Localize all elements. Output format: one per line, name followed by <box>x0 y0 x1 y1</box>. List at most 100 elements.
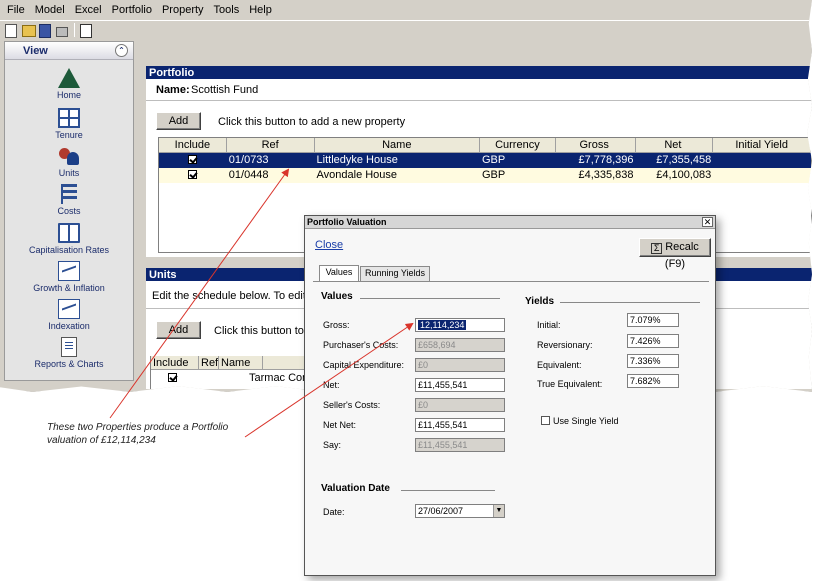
grid-header: Include Ref Name Currency Gross Net Init… <box>159 138 812 153</box>
net-net-label: Net Net: <box>323 420 357 430</box>
new-icon[interactable] <box>3 23 18 38</box>
sidebar-item-indexation[interactable]: Indexation <box>5 299 133 331</box>
purchasers-costs-label: Purchaser's Costs: <box>323 340 399 350</box>
collapse-icon[interactable]: ⌃ <box>115 44 128 57</box>
column-header-include[interactable]: Include <box>159 138 227 152</box>
sidebar-item-growth-inflation[interactable]: Growth & Inflation <box>5 261 133 293</box>
table-row[interactable]: 01/0448 Avondale House GBP £4,335,838 £4… <box>159 168 811 183</box>
menu-property[interactable]: Property <box>158 4 208 16</box>
date-picker[interactable]: 27/06/2007 ▼ <box>415 504 505 518</box>
initial-yield-cell <box>713 168 811 183</box>
table-row[interactable]: 01/0733 Littledyke House GBP £7,778,396 … <box>159 153 811 168</box>
include-checkbox[interactable] <box>188 170 198 179</box>
units-icon <box>58 146 80 166</box>
sidebar-header: View ⌃ <box>5 42 133 60</box>
tab-values[interactable]: Values <box>319 265 359 281</box>
use-single-yield-checkbox[interactable] <box>541 416 550 425</box>
include-cell[interactable] <box>159 153 227 168</box>
capital-expenditure-label: Capital Expenditure: <box>323 360 405 370</box>
home-icon <box>58 68 80 88</box>
portfolio-valuation-dialog: Portfolio Valuation ✕ Close Σ Recalc (F9)… <box>304 215 716 576</box>
gross-field[interactable]: 12,114,234 <box>415 318 505 332</box>
menu-help[interactable]: Help <box>245 4 276 16</box>
menu-excel[interactable]: Excel <box>71 4 106 16</box>
close-icon[interactable]: ✕ <box>702 217 713 227</box>
menu-model[interactable]: Model <box>31 4 69 16</box>
reversionary-yield-label: Reversionary: <box>537 340 593 350</box>
gross-cell: £4,335,838 <box>578 169 634 181</box>
valuation-date-title: Valuation Date <box>321 483 390 494</box>
column-header-name[interactable]: Name <box>219 356 263 370</box>
menu-file[interactable]: File <box>3 4 29 16</box>
menu-tools[interactable]: Tools <box>210 4 244 16</box>
column-header-net[interactable]: Net <box>636 138 714 152</box>
column-header-gross[interactable]: Gross <box>556 138 636 152</box>
sidebar-item-units[interactable]: Units <box>5 146 133 178</box>
view-sidebar: View ⌃ Home Tenure Units Costs Capitalis… <box>4 41 134 381</box>
annotation-note: These two Properties produce a Portfolio… <box>47 422 229 446</box>
chevron-down-icon[interactable]: ▼ <box>493 505 504 517</box>
reports-charts-icon <box>61 337 77 357</box>
tab-running-yields[interactable]: Running Yields <box>360 266 430 281</box>
equivalent-yield-label: Equivalent: <box>537 360 582 370</box>
reversionary-yield-field[interactable]: 7.426% <box>627 334 679 348</box>
add-property-button[interactable]: Add <box>156 112 201 130</box>
portfolio-name: Scottish Fund <box>191 84 259 96</box>
column-header-include[interactable]: Include <box>151 356 199 370</box>
say-label: Say: <box>323 440 342 450</box>
menu-portfolio[interactable]: Portfolio <box>108 4 156 16</box>
sidebar-item-label: Reports & Charts <box>34 359 104 369</box>
toolbar <box>0 20 812 38</box>
net-net-field[interactable]: £11,455,541 <box>415 418 505 432</box>
date-value: 27/06/2007 <box>418 506 464 516</box>
tab-divider <box>313 281 709 282</box>
dialog-title: Portfolio Valuation <box>305 216 715 229</box>
gross-label: Gross: <box>323 320 350 330</box>
print-icon[interactable] <box>54 23 69 37</box>
initial-yield-cell <box>713 153 811 168</box>
add-property-hint: Click this button to add a new property <box>218 116 406 128</box>
include-checkbox[interactable] <box>168 373 177 382</box>
net-field[interactable]: £11,455,541 <box>415 378 505 392</box>
indexation-icon <box>58 299 80 319</box>
capital-expenditure-field: £0 <box>415 358 505 372</box>
sellers-costs-field: £0 <box>415 398 505 412</box>
net-cell: £4,100,083 <box>656 169 712 181</box>
close-link[interactable]: Close <box>315 239 343 251</box>
divider <box>360 298 500 299</box>
toolbar-separator <box>74 22 75 37</box>
include-cell[interactable] <box>159 168 227 183</box>
sidebar-item-home[interactable]: Home <box>5 68 133 100</box>
preview-icon[interactable] <box>78 23 93 38</box>
column-header-ref[interactable]: Ref <box>227 138 315 152</box>
sidebar-item-costs[interactable]: Costs <box>5 184 133 216</box>
equivalent-yield-field[interactable]: 7.336% <box>627 354 679 368</box>
sidebar-item-label: Indexation <box>48 321 90 331</box>
include-checkbox[interactable] <box>188 155 198 164</box>
column-header-ref[interactable]: Ref <box>199 356 219 370</box>
column-header-currency[interactable]: Currency <box>480 138 556 152</box>
true-equivalent-yield-field[interactable]: 7.682% <box>627 374 679 388</box>
yields-group-title: Yields <box>525 296 555 307</box>
sigma-icon: Σ <box>651 243 663 254</box>
recalc-label: Recalc (F9) <box>664 241 699 270</box>
add-unit-hint: Click this button to a <box>214 325 314 337</box>
sidebar-item-tenure[interactable]: Tenure <box>5 108 133 140</box>
save-icon[interactable] <box>37 23 52 38</box>
sidebar-item-capitalisation-rates[interactable]: Capitalisation Rates <box>5 223 133 255</box>
add-unit-button[interactable]: Add <box>156 321 201 339</box>
open-icon[interactable] <box>20 23 36 37</box>
units-hint: Edit the schedule below. To edit u <box>152 290 316 302</box>
recalc-button[interactable]: Σ Recalc (F9) <box>639 238 711 270</box>
sidebar-item-label: Tenure <box>55 130 83 140</box>
currency-cell: GBP <box>482 154 506 166</box>
sidebar-item-reports-charts[interactable]: Reports & Charts <box>5 337 133 369</box>
initial-yield-field[interactable]: 7.079% <box>627 313 679 327</box>
column-header-name[interactable]: Name <box>315 138 481 152</box>
ref-cell: 01/0448 <box>228 169 269 181</box>
use-single-yield-label: Use Single Yield <box>553 416 619 426</box>
currency-cell: GBP <box>482 169 506 181</box>
tenure-icon <box>58 108 80 128</box>
column-header-initial-yield[interactable]: Initial Yield <box>713 138 812 152</box>
net-label: Net: <box>323 380 340 390</box>
